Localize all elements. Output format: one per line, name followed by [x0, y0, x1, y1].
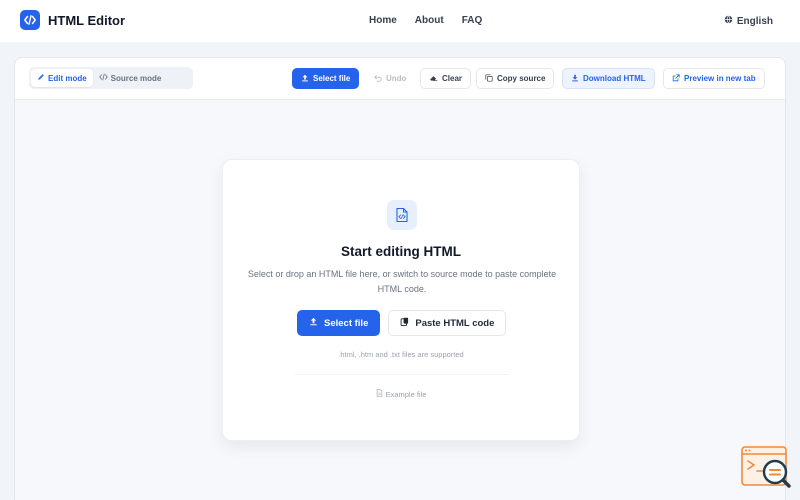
search-widget-icon[interactable] [740, 445, 792, 491]
file-icon [376, 389, 383, 399]
nav-home-link[interactable]: Home [369, 15, 397, 26]
select-file-button[interactable]: Select file [297, 310, 381, 336]
card-actions: Select file Paste HTML code [297, 310, 507, 336]
preview-new-tab-button[interactable]: Preview in new tab [663, 68, 765, 89]
top-navigation-bar: HTML Editor Home About FAQ English [0, 0, 800, 42]
example-file-label: Example file [385, 389, 427, 399]
download-html-button[interactable]: Download HTML [562, 68, 655, 89]
edit-mode-button[interactable]: Edit mode [31, 69, 93, 87]
upload-icon [309, 317, 318, 329]
download-html-label: Download HTML [583, 74, 646, 83]
main-nav: Home About FAQ [369, 15, 500, 26]
undo-icon [374, 74, 382, 84]
source-code-icon [98, 73, 108, 83]
language-selector[interactable]: English [724, 15, 773, 27]
upload-icon [301, 74, 309, 84]
language-label: English [736, 15, 773, 27]
nav-faq-link[interactable]: FAQ [462, 15, 483, 26]
external-link-icon [672, 73, 680, 84]
nav-about-link[interactable]: About [415, 15, 444, 26]
card-title: Start editing HTML [341, 244, 461, 259]
editor-toolbar: Edit mode Source mode Select file Undo C… [15, 58, 785, 100]
undo-button[interactable]: Undo [365, 68, 415, 89]
toolbar-select-file-button[interactable]: Select file [292, 68, 360, 89]
brand[interactable]: HTML Editor [20, 10, 125, 30]
empty-state-card[interactable]: Start editing HTML Select or drop an HTM… [222, 159, 580, 441]
toolbar-select-file-label: Select file [313, 74, 351, 83]
select-file-label: Select file [324, 317, 369, 329]
copy-source-label: Copy source [497, 74, 546, 83]
undo-label: Undo [386, 74, 407, 83]
clear-button[interactable]: Clear [420, 68, 472, 89]
supported-formats-hint: .html, .htm and .txt files are supported [338, 350, 464, 359]
example-file-link[interactable]: Example file [223, 389, 579, 399]
code-icon [20, 10, 40, 30]
source-mode-label: Source mode [110, 73, 162, 83]
card-divider [295, 374, 509, 375]
download-icon [571, 74, 579, 84]
globe-icon [724, 15, 733, 27]
clear-label: Clear [442, 74, 463, 83]
edit-mode-label: Edit mode [48, 73, 87, 83]
file-code-icon [387, 200, 417, 230]
copy-icon [485, 73, 493, 84]
preview-new-tab-label: Preview in new tab [684, 74, 756, 83]
copy-source-button[interactable]: Copy source [476, 68, 555, 89]
pencil-icon [37, 73, 45, 83]
clipboard-icon [400, 317, 409, 330]
paste-html-code-label: Paste HTML code [415, 317, 495, 329]
card-description: Select or drop an HTML file here, or swi… [247, 269, 557, 294]
eraser-icon [429, 74, 438, 84]
paste-html-code-button[interactable]: Paste HTML code [388, 310, 507, 336]
brand-title: HTML Editor [48, 12, 126, 28]
mode-toggle: Edit mode Source mode [29, 67, 193, 89]
editor-panel: Edit mode Source mode Select file Undo C… [14, 57, 786, 500]
source-mode-button[interactable]: Source mode [93, 69, 168, 87]
